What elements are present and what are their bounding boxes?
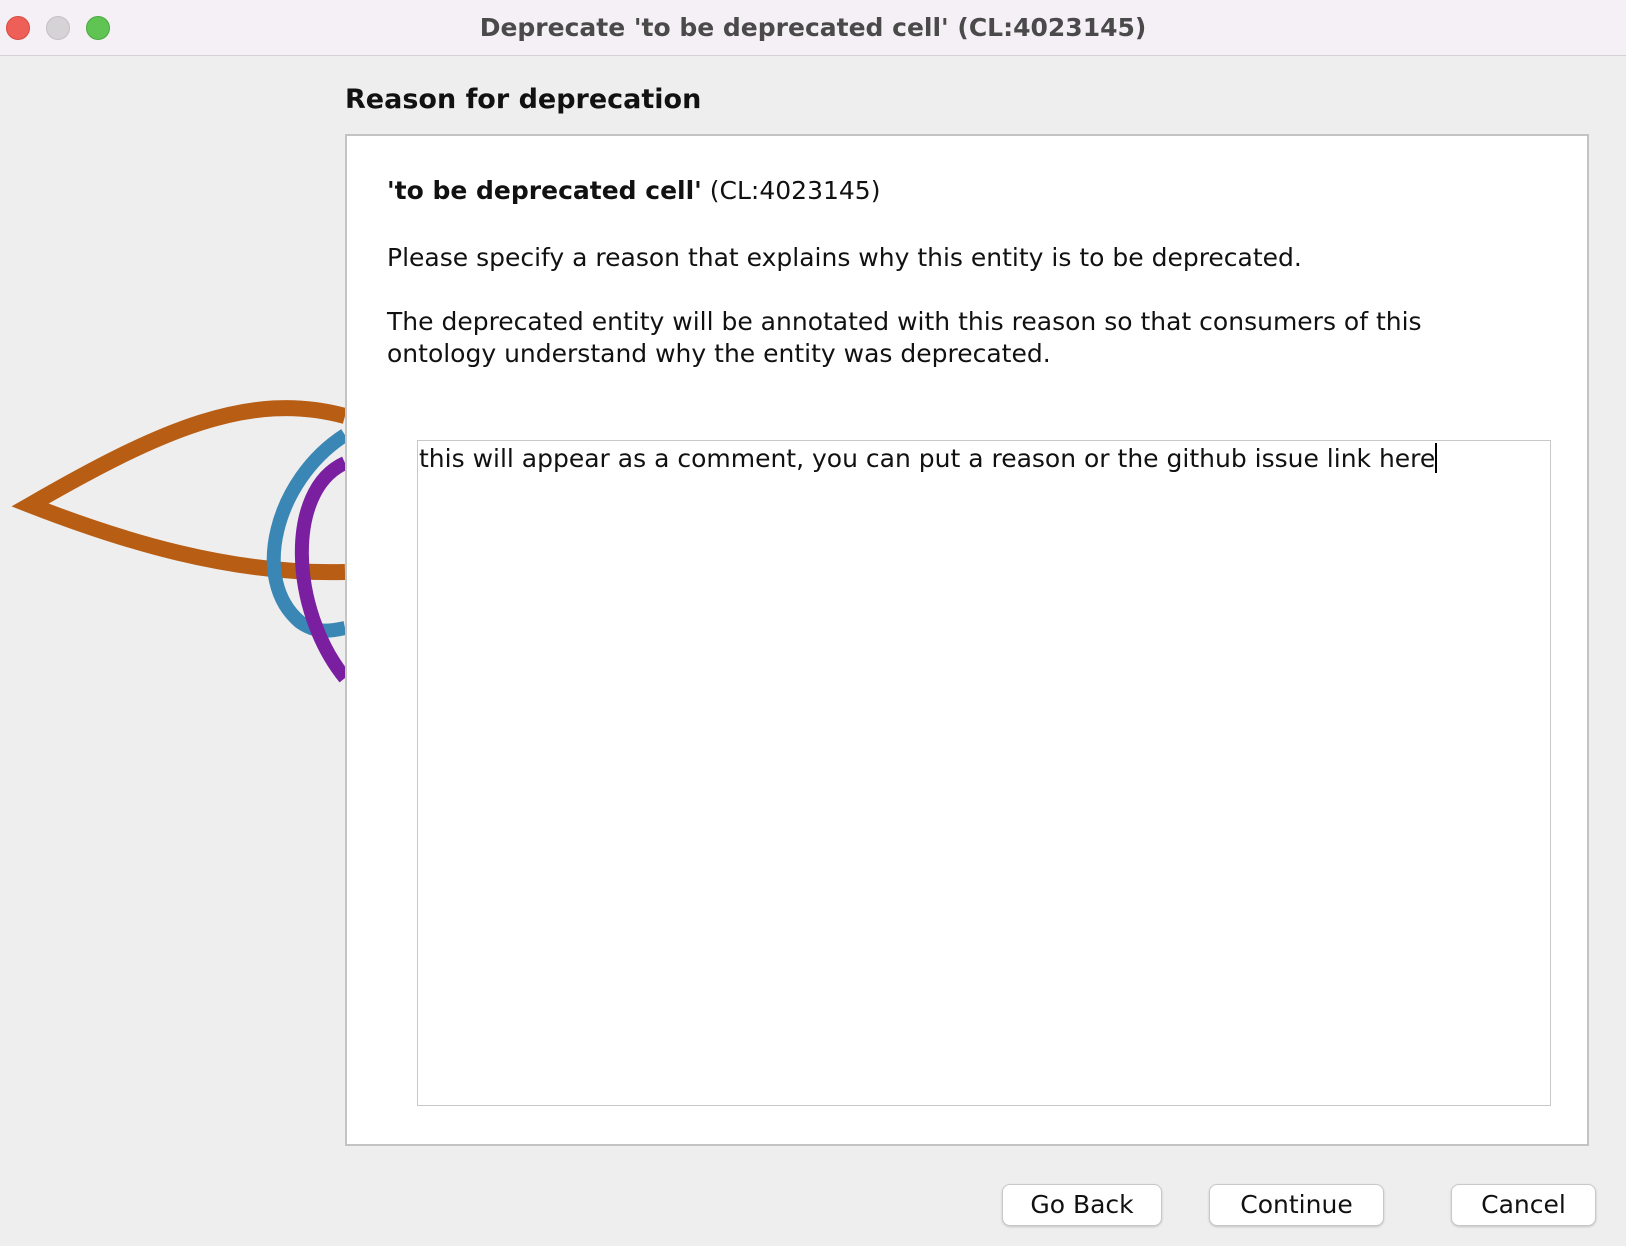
text-caret — [1435, 443, 1438, 473]
protege-logo-icon — [11, 400, 345, 683]
continue-button[interactable]: Continue — [1209, 1184, 1384, 1226]
window-title: Deprecate 'to be deprecated cell' (CL:40… — [479, 13, 1147, 42]
entity-label: 'to be deprecated cell' — [387, 176, 702, 205]
cancel-button[interactable]: Cancel — [1451, 1184, 1596, 1226]
go-back-button[interactable]: Go Back — [1002, 1184, 1162, 1226]
instruction-text: Please specify a reason that explains wh… — [387, 243, 1302, 272]
annotation-explanation-text: The deprecated entity will be annotated … — [387, 307, 1422, 368]
entity-line: 'to be deprecated cell' (CL:4023145) — [387, 176, 880, 205]
deprecate-dialog: Deprecate 'to be deprecated cell' (CL:40… — [0, 0, 1626, 1246]
deprecation-reason-panel: 'to be deprecated cell' (CL:4023145) Ple… — [345, 134, 1589, 1146]
entity-id: (CL:4023145) — [701, 176, 881, 205]
reason-text: this will appear as a comment, you can p… — [419, 444, 1436, 473]
section-heading: Reason for deprecation — [345, 84, 702, 115]
title-bar: Deprecate 'to be deprecated cell' (CL:40… — [0, 0, 1626, 56]
reason-textarea[interactable]: this will appear as a comment, you can p… — [417, 440, 1551, 1106]
